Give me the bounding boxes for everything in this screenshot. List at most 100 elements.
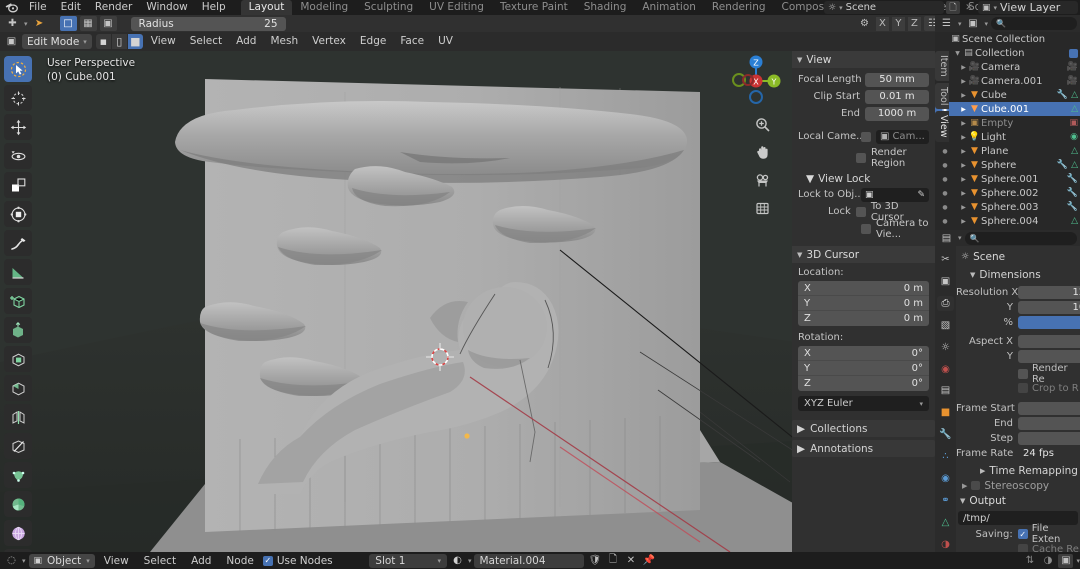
mesh-data-icon[interactable]: △ (1071, 216, 1078, 226)
axis-x-button[interactable]: X (875, 16, 889, 31)
falloff-icon[interactable]: ➤ (31, 16, 48, 31)
ortho-grid-icon[interactable] (754, 200, 771, 217)
select-lasso-icon[interactable]: ▣ (99, 16, 117, 31)
viewport-menu-view[interactable]: View (145, 32, 182, 51)
viewport-menu-select[interactable]: Select (184, 32, 228, 51)
visibility-dot-icon[interactable]: ● (941, 176, 949, 183)
crop-to-render-region-row[interactable]: Crop to R (956, 381, 1080, 395)
outliner-row-light[interactable]: ▶ 💡 Light ◉ (935, 130, 1080, 144)
crop-checkbox[interactable] (1018, 383, 1028, 393)
shader-menu-select[interactable]: Select (138, 555, 182, 567)
cursor-location-z[interactable]: Z 0 m (798, 311, 929, 326)
editor-type-icon[interactable]: ▤ (938, 231, 955, 246)
menu-window[interactable]: Window (139, 0, 194, 15)
outliner-row-sphere-001[interactable]: ● ▶ ▼ Sphere.001 🔧 (935, 172, 1080, 186)
triangle-down-icon[interactable]: ▼ (953, 50, 962, 57)
stereoscopy-header[interactable]: ▶ Stereoscopy (956, 478, 1080, 493)
inset-faces-tool[interactable] (4, 346, 32, 372)
triangle-right-icon[interactable]: ▶ (959, 64, 968, 71)
clip-start-field[interactable]: 0.01 m (865, 89, 929, 104)
render-region-checkbox[interactable] (856, 152, 866, 163)
render-region-row[interactable]: Render Re (956, 363, 1080, 385)
select-box-icon[interactable]: □ (59, 16, 77, 31)
modifier-icon[interactable]: 🔧 (1067, 188, 1078, 198)
editor-type-icon[interactable]: ▣ (3, 34, 20, 49)
tweak-select-tool[interactable] (4, 56, 32, 82)
modifier-icon[interactable]: 🔧 (1057, 160, 1068, 170)
local-camera-checkbox[interactable] (861, 131, 871, 142)
cursor-rotation-y[interactable]: Y 0° (798, 361, 929, 376)
shader-menu-node[interactable]: Node (220, 555, 259, 567)
mesh-data-icon[interactable]: △ (1071, 146, 1078, 156)
particles-tab[interactable]: ∴ (937, 449, 954, 464)
use-nodes-checkbox[interactable]: ✓ (262, 555, 273, 566)
outliner-row-plane[interactable]: ● ▶ ▼ Plane △ (935, 144, 1080, 158)
triangle-right-icon[interactable]: ▶ (959, 134, 968, 141)
measure-tool[interactable] (4, 259, 32, 285)
view-layer-selector[interactable]: ▣ ▾ View Layer (978, 1, 1078, 14)
annotate-tool[interactable] (4, 230, 32, 256)
new-scene-button[interactable]: 🗋 (946, 1, 960, 14)
shader-editor-icon[interactable]: ◌ (4, 554, 19, 568)
material-selector[interactable]: Material.004 (474, 553, 585, 568)
frame-rate-field[interactable]: 24 fps (1018, 447, 1080, 460)
outliner-row-camera-001[interactable]: ▶ 🎥 Camera.001 🎥 (935, 74, 1080, 88)
radius-field[interactable]: Radius 25 (130, 16, 286, 31)
outliner-editor[interactable]: ☰ ▾ ▣ ▾ 🔍 ▣ Scene Collection ▼ ▤ Collect… (935, 15, 1080, 230)
render-tab[interactable]: ▣ (937, 274, 954, 289)
grid-icon[interactable]: ▣ (1058, 553, 1074, 568)
mesh-data-icon[interactable]: △ (1071, 104, 1078, 114)
cache-result-checkbox[interactable] (1018, 544, 1028, 552)
proportional-edit-icon[interactable]: ⚙ (856, 16, 873, 31)
knife-tool[interactable] (4, 433, 32, 459)
workspace-tab-texture-paint[interactable]: Texture Paint (492, 0, 576, 15)
unlink-scene-button[interactable]: ✕ (962, 1, 976, 14)
visibility-dot-icon[interactable]: ● (941, 162, 949, 169)
scene-selector[interactable]: ☼ ▾ Scene (824, 1, 944, 14)
physics-tab[interactable]: ◉ (937, 471, 954, 486)
outliner-row-sphere[interactable]: ● ▶ ▼ Sphere 🔧 △ (935, 158, 1080, 172)
navigation-gizmo[interactable]: Z Y X (727, 52, 785, 110)
workspace-tab-sculpting[interactable]: Sculpting (356, 0, 421, 15)
menu-edit[interactable]: Edit (54, 0, 88, 15)
copy-icon[interactable]: 🗋 (605, 554, 620, 568)
visibility-dot-icon[interactable]: ● (941, 204, 949, 211)
file-extensions-checkbox[interactable]: ✓ (1017, 529, 1028, 539)
mode-selector[interactable]: Edit Mode ▾ (22, 34, 92, 49)
rotate-tool[interactable] (4, 143, 32, 169)
cursor-location-x[interactable]: X 0 m (798, 281, 929, 296)
outliner-row-scene-collection[interactable]: ▣ Scene Collection (935, 32, 1080, 46)
viewport-menu-face[interactable]: Face (394, 32, 430, 51)
bevel-tool[interactable] (4, 375, 32, 401)
resolution-x-field[interactable]: 1289 (1018, 285, 1080, 299)
triangle-right-icon[interactable]: ▶ (959, 106, 968, 113)
camera-data-green-icon[interactable]: 🎥 (1067, 62, 1078, 72)
outliner-search-input[interactable]: 🔍 (991, 17, 1077, 30)
workspace-tab-shading[interactable]: Shading (576, 0, 635, 15)
cache-result-row[interactable]: Cache Re (956, 542, 1080, 552)
visibility-dot-icon[interactable]: ● (941, 190, 949, 197)
focal-length-field[interactable]: 50 mm (865, 72, 929, 87)
mesh-data-icon[interactable]: △ (1071, 90, 1078, 100)
collection-enable-checkbox[interactable] (1069, 48, 1078, 58)
select-circle-icon[interactable]: ▦ (79, 16, 97, 31)
workspace-tab-modeling[interactable]: Modeling (292, 0, 356, 15)
scene-tab[interactable]: ☼ (937, 340, 954, 355)
triangle-right-icon[interactable]: ▶ (959, 120, 968, 127)
resolution-y-field[interactable]: 1080 (1018, 300, 1080, 314)
frame-end-field[interactable]: 25 (1018, 416, 1080, 430)
outliner-row-cube[interactable]: ● ▶ ▼ Cube 🔧 △ (935, 88, 1080, 102)
stereoscopy-checkbox[interactable] (971, 481, 981, 490)
view-lock-header[interactable]: ▼ View Lock (798, 171, 929, 187)
dimensions-panel-header[interactable]: ▼ Dimensions (956, 267, 1080, 282)
triangle-right-icon[interactable]: ▶ (959, 204, 968, 211)
output-tab[interactable]: ⎙ (937, 295, 954, 311)
edge-select-mode-icon[interactable]: ▯ (111, 34, 127, 49)
overlay-icon[interactable]: ◑ (1040, 554, 1055, 568)
local-camera-field[interactable]: ▣ Cam... (876, 129, 929, 144)
cursor-tool[interactable] (4, 85, 32, 111)
pan-hand-icon[interactable] (754, 144, 771, 161)
triangle-right-icon[interactable]: ▶ (959, 176, 968, 183)
cursor-location-y[interactable]: Y 0 m (798, 296, 929, 311)
outliner-row-sphere-002[interactable]: ● ▶ ▼ Sphere.002 🔧 (935, 186, 1080, 200)
